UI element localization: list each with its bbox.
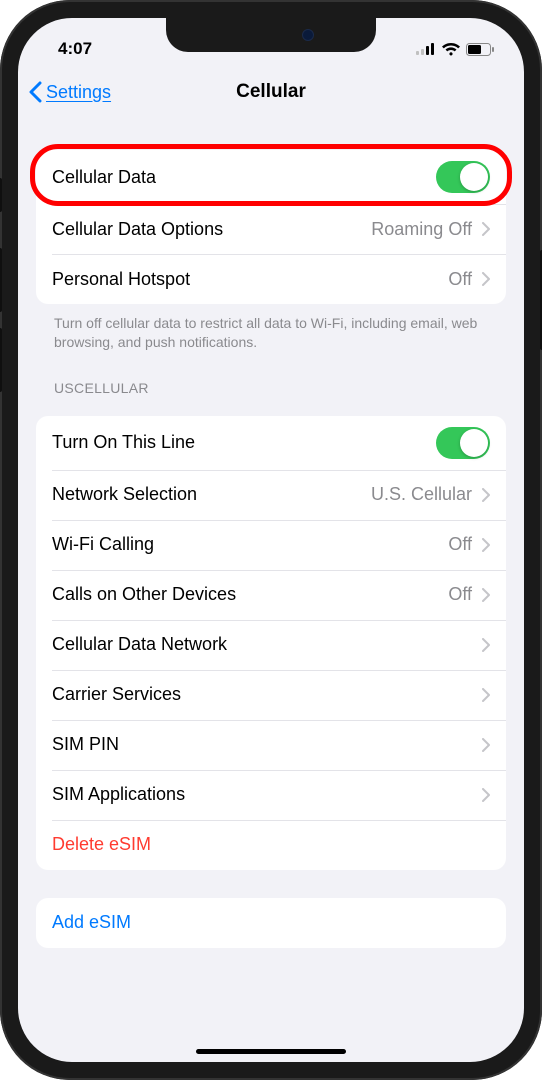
status-icons (416, 43, 498, 56)
row-add-esim[interactable]: Add eSIM (36, 898, 506, 948)
row-value: U.S. Cellular (371, 484, 472, 505)
volume-up-button[interactable] (0, 248, 2, 312)
row-label: Add eSIM (52, 912, 131, 933)
section-header-carrier: USCELLULAR (36, 352, 506, 404)
row-network-selection[interactable]: Network Selection U.S. Cellular (36, 470, 506, 520)
row-value: Off (448, 534, 472, 555)
row-label: SIM PIN (52, 734, 119, 755)
row-value: Roaming Off (371, 219, 472, 240)
row-label: Personal Hotspot (52, 269, 190, 290)
content-scroll[interactable]: Cellular Data Cellular Data Options Roam… (18, 118, 524, 1062)
row-label: Turn On This Line (52, 432, 195, 453)
group-cellular: Cellular Data Cellular Data Options Roam… (36, 150, 506, 304)
row-label: Cellular Data Options (52, 219, 223, 240)
row-cellular-data-options[interactable]: Cellular Data Options Roaming Off (36, 204, 506, 254)
row-value: Off (448, 269, 472, 290)
row-sim-pin[interactable]: SIM PIN (36, 720, 506, 770)
chevron-right-icon (482, 222, 490, 236)
chevron-right-icon (482, 272, 490, 286)
chevron-right-icon (482, 488, 490, 502)
row-label: Cellular Data (52, 167, 156, 188)
chevron-right-icon (482, 688, 490, 702)
turn-on-line-toggle[interactable] (436, 427, 490, 459)
chevron-right-icon (482, 588, 490, 602)
chevron-right-icon (482, 788, 490, 802)
chevron-right-icon (482, 538, 490, 552)
row-calls-other-devices[interactable]: Calls on Other Devices Off (36, 570, 506, 620)
chevron-left-icon (28, 81, 42, 103)
mute-switch[interactable] (0, 178, 2, 212)
back-button[interactable]: Settings (28, 81, 111, 103)
chevron-right-icon (482, 638, 490, 652)
back-label: Settings (46, 82, 111, 103)
group-carrier: Turn On This Line Network Selection U.S.… (36, 416, 506, 870)
cellular-data-toggle[interactable] (436, 161, 490, 193)
row-cellular-data-network[interactable]: Cellular Data Network (36, 620, 506, 670)
row-label: SIM Applications (52, 784, 185, 805)
row-cellular-data[interactable]: Cellular Data (36, 150, 506, 204)
row-sim-applications[interactable]: SIM Applications (36, 770, 506, 820)
screen: 4:07 Settings Cellular (18, 18, 524, 1062)
row-label: Carrier Services (52, 684, 181, 705)
battery-icon (466, 43, 494, 56)
phone-frame: 4:07 Settings Cellular (0, 0, 542, 1080)
chevron-right-icon (482, 738, 490, 752)
row-label: Network Selection (52, 484, 197, 505)
volume-down-button[interactable] (0, 328, 2, 392)
row-label: Calls on Other Devices (52, 584, 236, 605)
row-label: Cellular Data Network (52, 634, 227, 655)
status-time: 4:07 (44, 39, 92, 59)
cellular-signal-icon (416, 43, 436, 55)
group-add-esim: Add eSIM (36, 898, 506, 948)
home-indicator[interactable] (196, 1049, 346, 1054)
row-delete-esim[interactable]: Delete eSIM (36, 820, 506, 870)
section-footer: Turn off cellular data to restrict all d… (36, 304, 506, 352)
row-label: Wi-Fi Calling (52, 534, 154, 555)
row-carrier-services[interactable]: Carrier Services (36, 670, 506, 720)
wifi-icon (442, 43, 460, 56)
nav-bar: Settings Cellular (18, 66, 524, 118)
page-title: Cellular (236, 81, 306, 103)
row-turn-on-line[interactable]: Turn On This Line (36, 416, 506, 470)
row-value: Off (448, 584, 472, 605)
notch (166, 18, 376, 52)
row-wifi-calling[interactable]: Wi-Fi Calling Off (36, 520, 506, 570)
row-label: Delete eSIM (52, 834, 151, 855)
row-personal-hotspot[interactable]: Personal Hotspot Off (36, 254, 506, 304)
